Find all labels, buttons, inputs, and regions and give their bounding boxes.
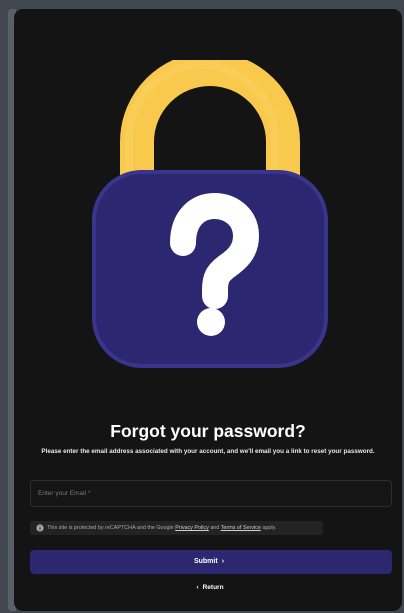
recaptcha-prefix: This site is protected by reCAPTCHA and … [47,525,174,531]
privacy-policy-link[interactable]: Privacy Policy [175,525,209,531]
chevron-right-icon: › [221,558,225,565]
email-placeholder: Enter your Email * [38,490,90,497]
return-label: Return [202,584,224,591]
required-marker: * [87,490,91,497]
email-field[interactable]: Enter your Email * [30,480,392,507]
submit-button[interactable]: Submit › [30,550,392,574]
recaptcha-and: and [210,525,220,531]
return-link[interactable]: ‹ Return [14,584,402,591]
info-icon [36,524,44,532]
terms-of-service-link[interactable]: Terms of Service [221,525,261,531]
page-title: Forgot your password? [110,421,306,441]
chevron-left-icon: ‹ [196,584,199,591]
page-description: Please enter the email address associate… [41,448,375,455]
email-placeholder-text: Enter your Email [38,490,87,497]
recaptcha-suffix: apply. [262,525,277,531]
recaptcha-notice: This site is protected by reCAPTCHA and … [30,521,323,535]
padlock-question-icon [92,60,328,368]
recaptcha-text: This site is protected by reCAPTCHA and … [47,525,276,531]
submit-label: Submit [193,558,218,565]
